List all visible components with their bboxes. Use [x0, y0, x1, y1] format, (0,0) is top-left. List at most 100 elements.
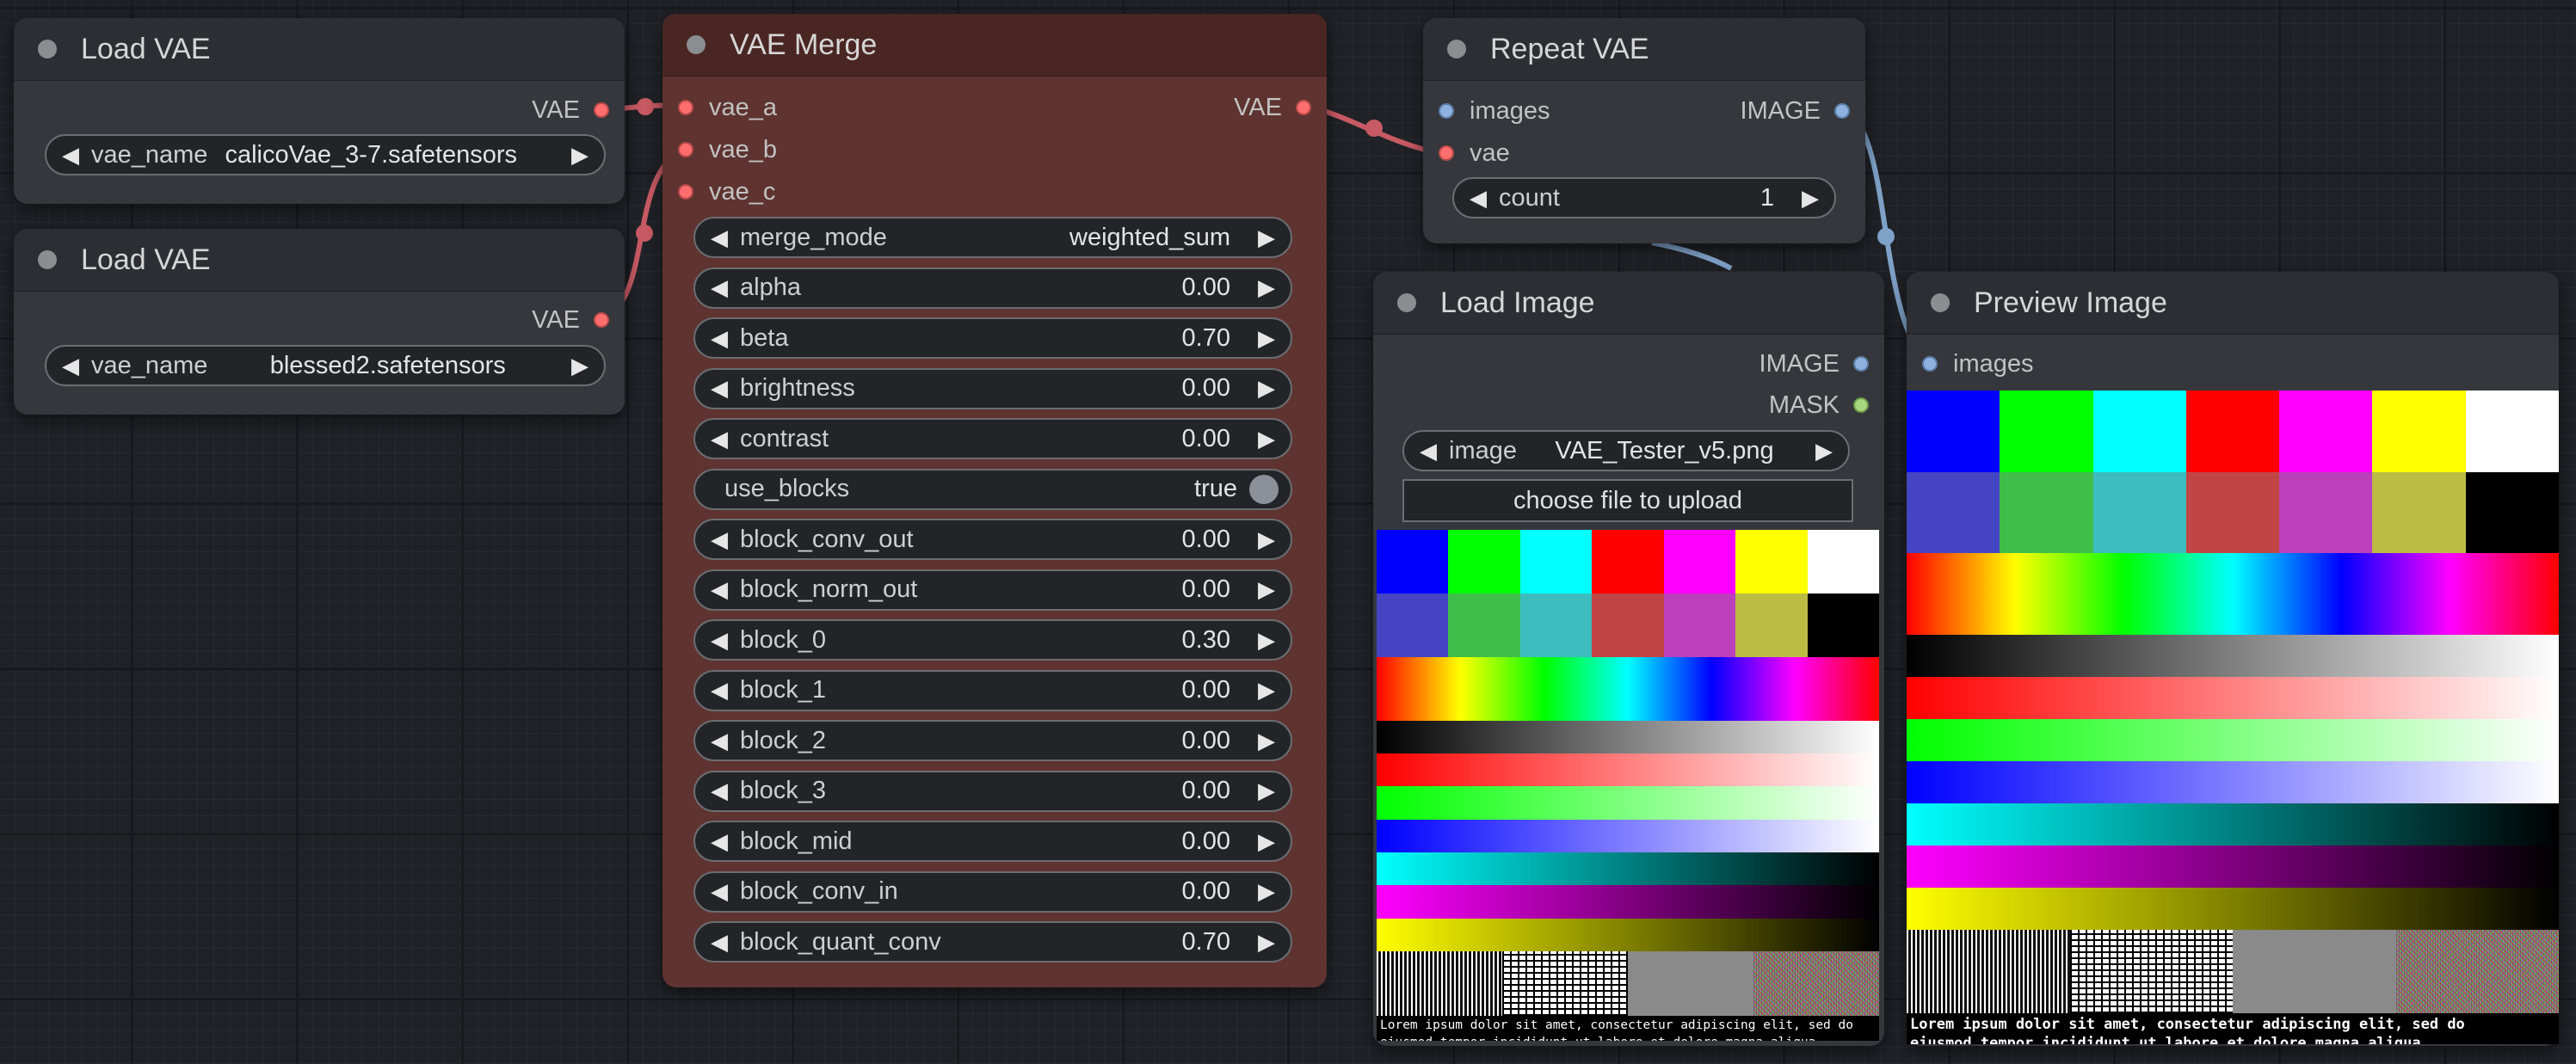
- contrast-widget[interactable]: ◀ contrast 0.00 ▶: [693, 418, 1292, 459]
- repeat-vae-node[interactable]: Repeat VAE images vae IMAGE ◀ count 1 ▶: [1423, 18, 1865, 243]
- arrow-left-icon[interactable]: ◀: [707, 929, 731, 956]
- block-norm-out-widget[interactable]: ◀ block_norm_out 0.00 ▶: [693, 569, 1292, 611]
- arrow-right-icon[interactable]: ▶: [1254, 325, 1279, 352]
- vae-b-input-socket-icon[interactable]: [678, 142, 693, 157]
- images-input-socket-icon[interactable]: [1922, 356, 1938, 372]
- input-slot-images[interactable]: images: [1922, 347, 2034, 381]
- arrow-left-icon[interactable]: ◀: [707, 677, 731, 704]
- toggle-knob-icon[interactable]: [1249, 474, 1279, 504]
- vae-a-input-socket-icon[interactable]: [678, 100, 693, 115]
- arrow-left-icon[interactable]: ◀: [707, 576, 731, 603]
- arrow-right-icon[interactable]: ▶: [1254, 526, 1279, 553]
- mask-output-socket-icon[interactable]: [1853, 397, 1869, 413]
- arrow-left-icon[interactable]: ◀: [707, 627, 731, 654]
- vae-name-combo[interactable]: ◀ vae_name blessed2.safetensors ▶: [45, 345, 606, 386]
- arrow-right-icon[interactable]: ▶: [1254, 728, 1279, 754]
- image-output-socket-icon[interactable]: [1853, 356, 1869, 372]
- arrow-right-icon[interactable]: ▶: [1798, 185, 1822, 212]
- arrow-right-icon[interactable]: ▶: [1254, 627, 1279, 654]
- block-conv-in-widget[interactable]: ◀ block_conv_in 0.00 ▶: [693, 870, 1292, 913]
- output-slot-vae[interactable]: VAE: [532, 303, 609, 337]
- load-image-node[interactable]: Load Image IMAGE MASK ◀ image VAE_Tester…: [1373, 272, 1884, 1046]
- node-header[interactable]: Repeat VAE: [1423, 18, 1865, 81]
- beta-widget[interactable]: ◀ beta 0.70 ▶: [693, 317, 1292, 359]
- arrow-right-icon[interactable]: ▶: [568, 142, 592, 169]
- output-slot-mask[interactable]: MASK: [1769, 388, 1869, 422]
- arrow-left-icon[interactable]: ◀: [707, 224, 731, 251]
- alpha-widget[interactable]: ◀ alpha 0.00 ▶: [693, 267, 1292, 309]
- load-vae-node-1[interactable]: Load VAE VAE ◀ vae_name calicoVae_3-7.sa…: [14, 18, 625, 204]
- block-3-widget[interactable]: ◀ block_3 0.00 ▶: [693, 770, 1292, 812]
- arrow-right-icon[interactable]: ▶: [1254, 828, 1279, 855]
- arrow-right-icon[interactable]: ▶: [1254, 224, 1279, 251]
- input-slot-vae[interactable]: vae: [1439, 136, 1510, 170]
- arrow-left-icon[interactable]: ◀: [1416, 438, 1440, 464]
- vae-input-socket-icon[interactable]: [1439, 145, 1454, 161]
- arrow-left-icon[interactable]: ◀: [59, 353, 83, 379]
- collapse-dot-icon[interactable]: [687, 35, 706, 54]
- collapse-dot-icon[interactable]: [38, 40, 57, 58]
- input-slot-vae-a[interactable]: vae_a: [678, 90, 777, 125]
- node-header[interactable]: Load VAE: [14, 18, 625, 81]
- node-header[interactable]: VAE Merge: [662, 14, 1327, 77]
- arrow-left-icon[interactable]: ◀: [707, 325, 731, 352]
- arrow-left-icon[interactable]: ◀: [1466, 185, 1490, 212]
- arrow-left-icon[interactable]: ◀: [707, 274, 731, 301]
- collapse-dot-icon[interactable]: [38, 250, 57, 269]
- arrow-left-icon[interactable]: ◀: [707, 375, 731, 402]
- arrow-left-icon[interactable]: ◀: [59, 142, 83, 169]
- block-conv-out-widget[interactable]: ◀ block_conv_out 0.00 ▶: [693, 519, 1292, 560]
- arrow-right-icon[interactable]: ▶: [1254, 929, 1279, 956]
- arrow-right-icon[interactable]: ▶: [568, 353, 592, 379]
- arrow-left-icon[interactable]: ◀: [707, 728, 731, 754]
- arrow-right-icon[interactable]: ▶: [1254, 878, 1279, 905]
- arrow-right-icon[interactable]: ▶: [1254, 576, 1279, 603]
- color-swatch: [1807, 593, 1879, 658]
- arrow-right-icon[interactable]: ▶: [1254, 375, 1279, 402]
- vae-output-socket-icon[interactable]: [594, 312, 609, 328]
- block-2-widget[interactable]: ◀ block_2 0.00 ▶: [693, 720, 1292, 761]
- node-header[interactable]: Load VAE: [14, 229, 625, 292]
- block-0-widget[interactable]: ◀ block_0 0.30 ▶: [693, 619, 1292, 661]
- collapse-dot-icon[interactable]: [1447, 40, 1466, 58]
- image-combo[interactable]: ◀ image VAE_Tester_v5.png ▶: [1402, 430, 1850, 471]
- input-slot-vae-b[interactable]: vae_b: [678, 132, 777, 167]
- output-slot-image[interactable]: IMAGE: [1741, 94, 1850, 128]
- input-slot-vae-c[interactable]: vae_c: [678, 175, 775, 209]
- load-vae-node-2[interactable]: Load VAE VAE ◀ vae_name blessed2.safeten…: [14, 229, 625, 415]
- use-blocks-toggle[interactable]: use_blocks true: [693, 468, 1292, 510]
- preview-image-node[interactable]: Preview Image images Lorem ipsum dolor s…: [1907, 272, 2559, 1046]
- output-slot-vae[interactable]: VAE: [1234, 90, 1311, 125]
- collapse-dot-icon[interactable]: [1397, 293, 1416, 312]
- arrow-left-icon[interactable]: ◀: [707, 426, 731, 452]
- arrow-right-icon[interactable]: ▶: [1254, 426, 1279, 452]
- collapse-dot-icon[interactable]: [1931, 293, 1950, 312]
- node-header[interactable]: Preview Image: [1907, 272, 2559, 335]
- output-slot-vae[interactable]: VAE: [532, 93, 609, 127]
- count-number-widget[interactable]: ◀ count 1 ▶: [1452, 177, 1836, 218]
- arrow-right-icon[interactable]: ▶: [1812, 438, 1836, 464]
- image-output-socket-icon[interactable]: [1834, 103, 1850, 119]
- block-1-widget[interactable]: ◀ block_1 0.00 ▶: [693, 669, 1292, 711]
- arrow-left-icon[interactable]: ◀: [707, 828, 731, 855]
- vae-output-socket-icon[interactable]: [1296, 100, 1311, 115]
- choose-file-button[interactable]: choose file to upload: [1402, 479, 1853, 522]
- vae-output-socket-icon[interactable]: [594, 102, 609, 118]
- output-slot-image[interactable]: IMAGE: [1759, 347, 1869, 381]
- node-header[interactable]: Load Image: [1373, 272, 1884, 335]
- images-input-socket-icon[interactable]: [1439, 103, 1454, 119]
- vae-c-input-socket-icon[interactable]: [678, 184, 693, 200]
- arrow-left-icon[interactable]: ◀: [707, 878, 731, 905]
- input-slot-images[interactable]: images: [1439, 94, 1550, 128]
- merge-mode-widget[interactable]: ◀ merge_mode weighted_sum ▶: [693, 217, 1292, 258]
- arrow-right-icon[interactable]: ▶: [1254, 274, 1279, 301]
- block-quant-conv-widget[interactable]: ◀ block_quant_conv 0.70 ▶: [693, 921, 1292, 963]
- arrow-left-icon[interactable]: ◀: [707, 526, 731, 553]
- vae-name-combo[interactable]: ◀ vae_name calicoVae_3-7.safetensors ▶: [45, 134, 606, 175]
- vae-merge-node[interactable]: VAE Merge vae_a vae_b vae_c VAE ◀ merge_m…: [662, 14, 1327, 987]
- arrow-right-icon[interactable]: ▶: [1254, 778, 1279, 804]
- arrow-left-icon[interactable]: ◀: [707, 778, 731, 804]
- brightness-widget[interactable]: ◀ brightness 0.00 ▶: [693, 367, 1292, 409]
- arrow-right-icon[interactable]: ▶: [1254, 677, 1279, 704]
- block-mid-widget[interactable]: ◀ block_mid 0.00 ▶: [693, 821, 1292, 862]
